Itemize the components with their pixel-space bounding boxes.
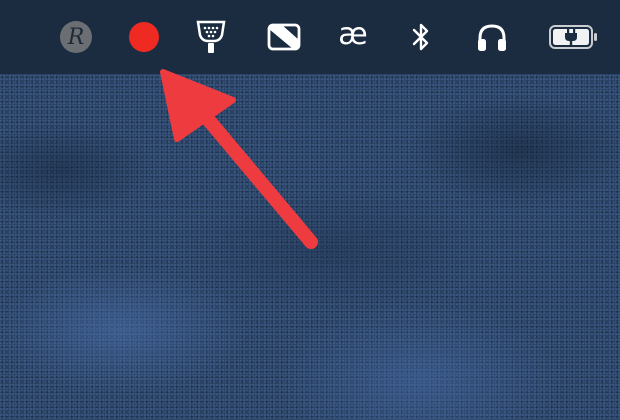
menubar-item-shower[interactable] xyxy=(191,17,231,57)
svg-text:R: R xyxy=(67,25,85,50)
menubar-item-dock[interactable] xyxy=(264,17,304,57)
battery-charging-icon xyxy=(549,25,597,49)
menubar-item-r[interactable]: R xyxy=(56,17,96,57)
menu-bar: R æ xyxy=(0,0,620,74)
retrobatch-r-icon: R xyxy=(60,21,92,53)
menubar-item-headphones[interactable] xyxy=(472,17,512,57)
record-dot-icon xyxy=(129,22,159,52)
headphones-icon xyxy=(478,24,506,51)
ae-input-icon: æ xyxy=(338,17,368,52)
shower-icon xyxy=(196,20,226,53)
menubar-item-battery[interactable] xyxy=(548,17,600,57)
dock-window-icon xyxy=(267,23,301,51)
menubar-item-record[interactable] xyxy=(124,17,164,57)
menubar-item-input[interactable]: æ xyxy=(333,17,373,57)
bluetooth-icon xyxy=(412,23,429,51)
menubar-item-bluetooth[interactable] xyxy=(401,17,441,57)
